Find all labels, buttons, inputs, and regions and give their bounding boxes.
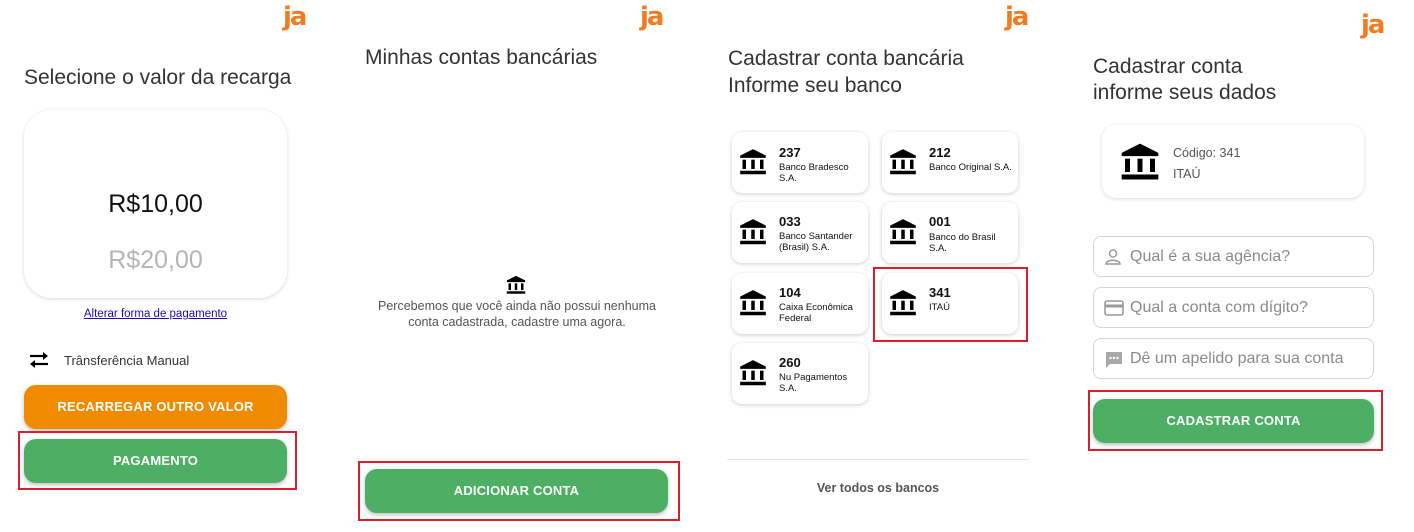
highlight-box [873, 267, 1028, 342]
see-all-banks-link[interactable]: Ver todos os bancos [727, 481, 1029, 495]
bank-card-033[interactable]: 033 Banco Santander (Brasil) S.A. [732, 202, 868, 263]
value-option-selected[interactable]: R$10,00 [24, 190, 287, 219]
bank-code: 033 [779, 214, 801, 229]
bank-name: Banco do Brasil S.A. [929, 232, 996, 254]
nickname-input[interactable]: Dê um apelido para sua conta [1093, 338, 1374, 379]
message-icon [1106, 352, 1122, 368]
bank-code: 212 [929, 145, 951, 160]
bank-code: 104 [779, 285, 801, 300]
bank-card-104[interactable]: 104 Caixa Econômica Federal [732, 273, 868, 334]
ja-logo: ja [640, 2, 665, 32]
highlight-box [358, 461, 680, 521]
nickname-placeholder: Dê um apelido para sua conta [1130, 350, 1344, 367]
screen-account-details: ja Cadastrar conta informe seus dados Có… [1065, 0, 1414, 532]
ja-logo: ja [1361, 10, 1386, 40]
change-payment-link[interactable]: Alterar forma de pagamento [24, 308, 287, 320]
screen-recharge-value: ja Selecione o valor da recarga R$10,00 … [0, 0, 320, 532]
bank-name: Banco Santander (Brasil) S.A. [779, 231, 853, 253]
value-picker[interactable]: R$10,00 R$20,00 [24, 110, 287, 298]
page-subtitle: Informe seu banco [728, 74, 902, 97]
bank-icon [889, 218, 917, 246]
ja-logo: ja [1005, 2, 1030, 32]
value-option[interactable]: R$20,00 [24, 246, 287, 275]
bank-icon [889, 148, 917, 176]
transfer-method-label: Trânsferência Manual [64, 353, 190, 368]
bank-name: Banco Original S.A. [929, 162, 1012, 173]
selected-bank-card: Código: 341 ITAÚ [1102, 125, 1364, 198]
page-title: Cadastrar conta [1093, 55, 1243, 78]
bank-name: Nu Pagamentos S.A. [779, 372, 848, 394]
swap-arrows-icon [28, 350, 50, 375]
page-title: Selecione o valor da recarga [24, 66, 292, 89]
bank-code: Código: 341 [1173, 146, 1241, 160]
ja-logo: ja [283, 2, 308, 32]
page-title: Minhas contas bancárias [365, 46, 598, 69]
bank-icon [739, 218, 767, 246]
screen-select-bank: ja Cadastrar conta bancária Informe seu … [705, 0, 1050, 532]
highlight-box [1088, 390, 1383, 451]
bank-icon [506, 275, 526, 295]
bank-card-237[interactable]: 237 Banco Bradesco S.A. [732, 132, 868, 193]
agency-placeholder: Qual é a sua agência? [1130, 248, 1291, 265]
bank-icon [1120, 142, 1160, 182]
page-subtitle: informe seus dados [1093, 81, 1277, 104]
bank-name: Banco Bradesco S.A. [779, 162, 849, 184]
account-placeholder: Qual a conta com dígito? [1130, 299, 1308, 316]
recharge-other-value-button[interactable]: RECARREGAR OUTRO VALOR [24, 385, 287, 429]
bank-code: 260 [779, 355, 801, 370]
screen-my-accounts: ja Minhas contas bancárias Percebemos qu… [340, 0, 690, 532]
bank-code: 001 [929, 214, 951, 229]
divider [727, 459, 1029, 460]
person-icon [1105, 249, 1121, 265]
page-title: Cadastrar conta bancária [728, 47, 964, 70]
credit-card-icon [1104, 300, 1124, 316]
bank-icon [739, 148, 767, 176]
account-input[interactable]: Qual a conta com dígito? [1093, 287, 1374, 328]
agency-input[interactable]: Qual é a sua agência? [1093, 236, 1374, 277]
bank-card-001[interactable]: 001 Banco do Brasil S.A. [882, 202, 1018, 263]
bank-card-260[interactable]: 260 Nu Pagamentos S.A. [732, 343, 868, 404]
empty-state-message: Percebemos que você ainda não possui nen… [378, 299, 656, 329]
highlight-box [18, 431, 297, 490]
bank-card-212[interactable]: 212 Banco Original S.A. [882, 132, 1018, 193]
bank-name: Caixa Econômica Federal [779, 302, 853, 324]
bank-code: 237 [779, 145, 801, 160]
bank-icon [739, 359, 767, 387]
bank-name: ITAÚ [1173, 167, 1201, 181]
bank-icon [739, 289, 767, 317]
